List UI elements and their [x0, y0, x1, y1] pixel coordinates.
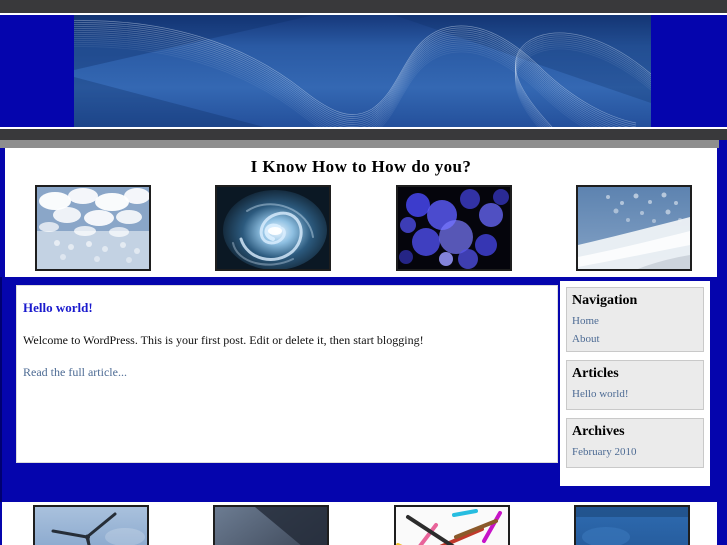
- bottom-gallery-section: [2, 502, 717, 545]
- thumbnail-wispy-clouds[interactable]: [576, 185, 692, 271]
- thumbnail-cloudy-sky[interactable]: [35, 185, 151, 271]
- thumbnail-blue-texture[interactable]: [574, 505, 690, 545]
- widget-archives: Archives February 2010: [566, 418, 704, 468]
- header-band: [0, 15, 727, 127]
- sidebar-link-home[interactable]: Home: [572, 315, 698, 327]
- header-banner-waves-image: [74, 15, 651, 127]
- post-excerpt: Welcome to WordPress. This is your first…: [23, 333, 424, 347]
- widget-navigation: Navigation Home About: [566, 287, 704, 352]
- post-title-link[interactable]: Hello world!: [23, 300, 93, 316]
- thumbnail-blue-bokeh[interactable]: [396, 185, 512, 271]
- thumbnail-storm-clouds[interactable]: [213, 505, 329, 545]
- sidebar-link-february-2010[interactable]: February 2010: [572, 446, 698, 458]
- gray-separator-bar: [0, 140, 719, 148]
- title-and-gallery-section: I Know How to How do you?: [5, 148, 717, 277]
- wordpress-blog-page: I Know How to How do you? Hello world! W…: [0, 0, 727, 545]
- read-more-link[interactable]: Read the full article...: [23, 365, 127, 380]
- widget-title-articles: Articles: [572, 366, 619, 381]
- widget-articles: Articles Hello world!: [566, 360, 704, 410]
- site-title: I Know How to How do you?: [250, 157, 472, 176]
- sidebar-link-about[interactable]: About: [572, 333, 698, 345]
- sidebar: Navigation Home About Articles Hello wor…: [560, 281, 710, 486]
- thumbnail-blue-spiral[interactable]: [215, 185, 331, 271]
- thumbnail-wind-turbine[interactable]: [33, 505, 149, 545]
- main-content-box: Hello world! Welcome to WordPress. This …: [16, 285, 558, 463]
- top-bar: [0, 0, 727, 13]
- widget-title-archives: Archives: [572, 424, 625, 439]
- widget-title-navigation: Navigation: [572, 293, 638, 308]
- dark-separator-bar: [0, 129, 727, 140]
- thumbnail-colored-pencils[interactable]: [394, 505, 510, 545]
- content-section: Hello world! Welcome to WordPress. This …: [0, 277, 727, 502]
- sidebar-link-hello-world[interactable]: Hello world!: [572, 388, 698, 400]
